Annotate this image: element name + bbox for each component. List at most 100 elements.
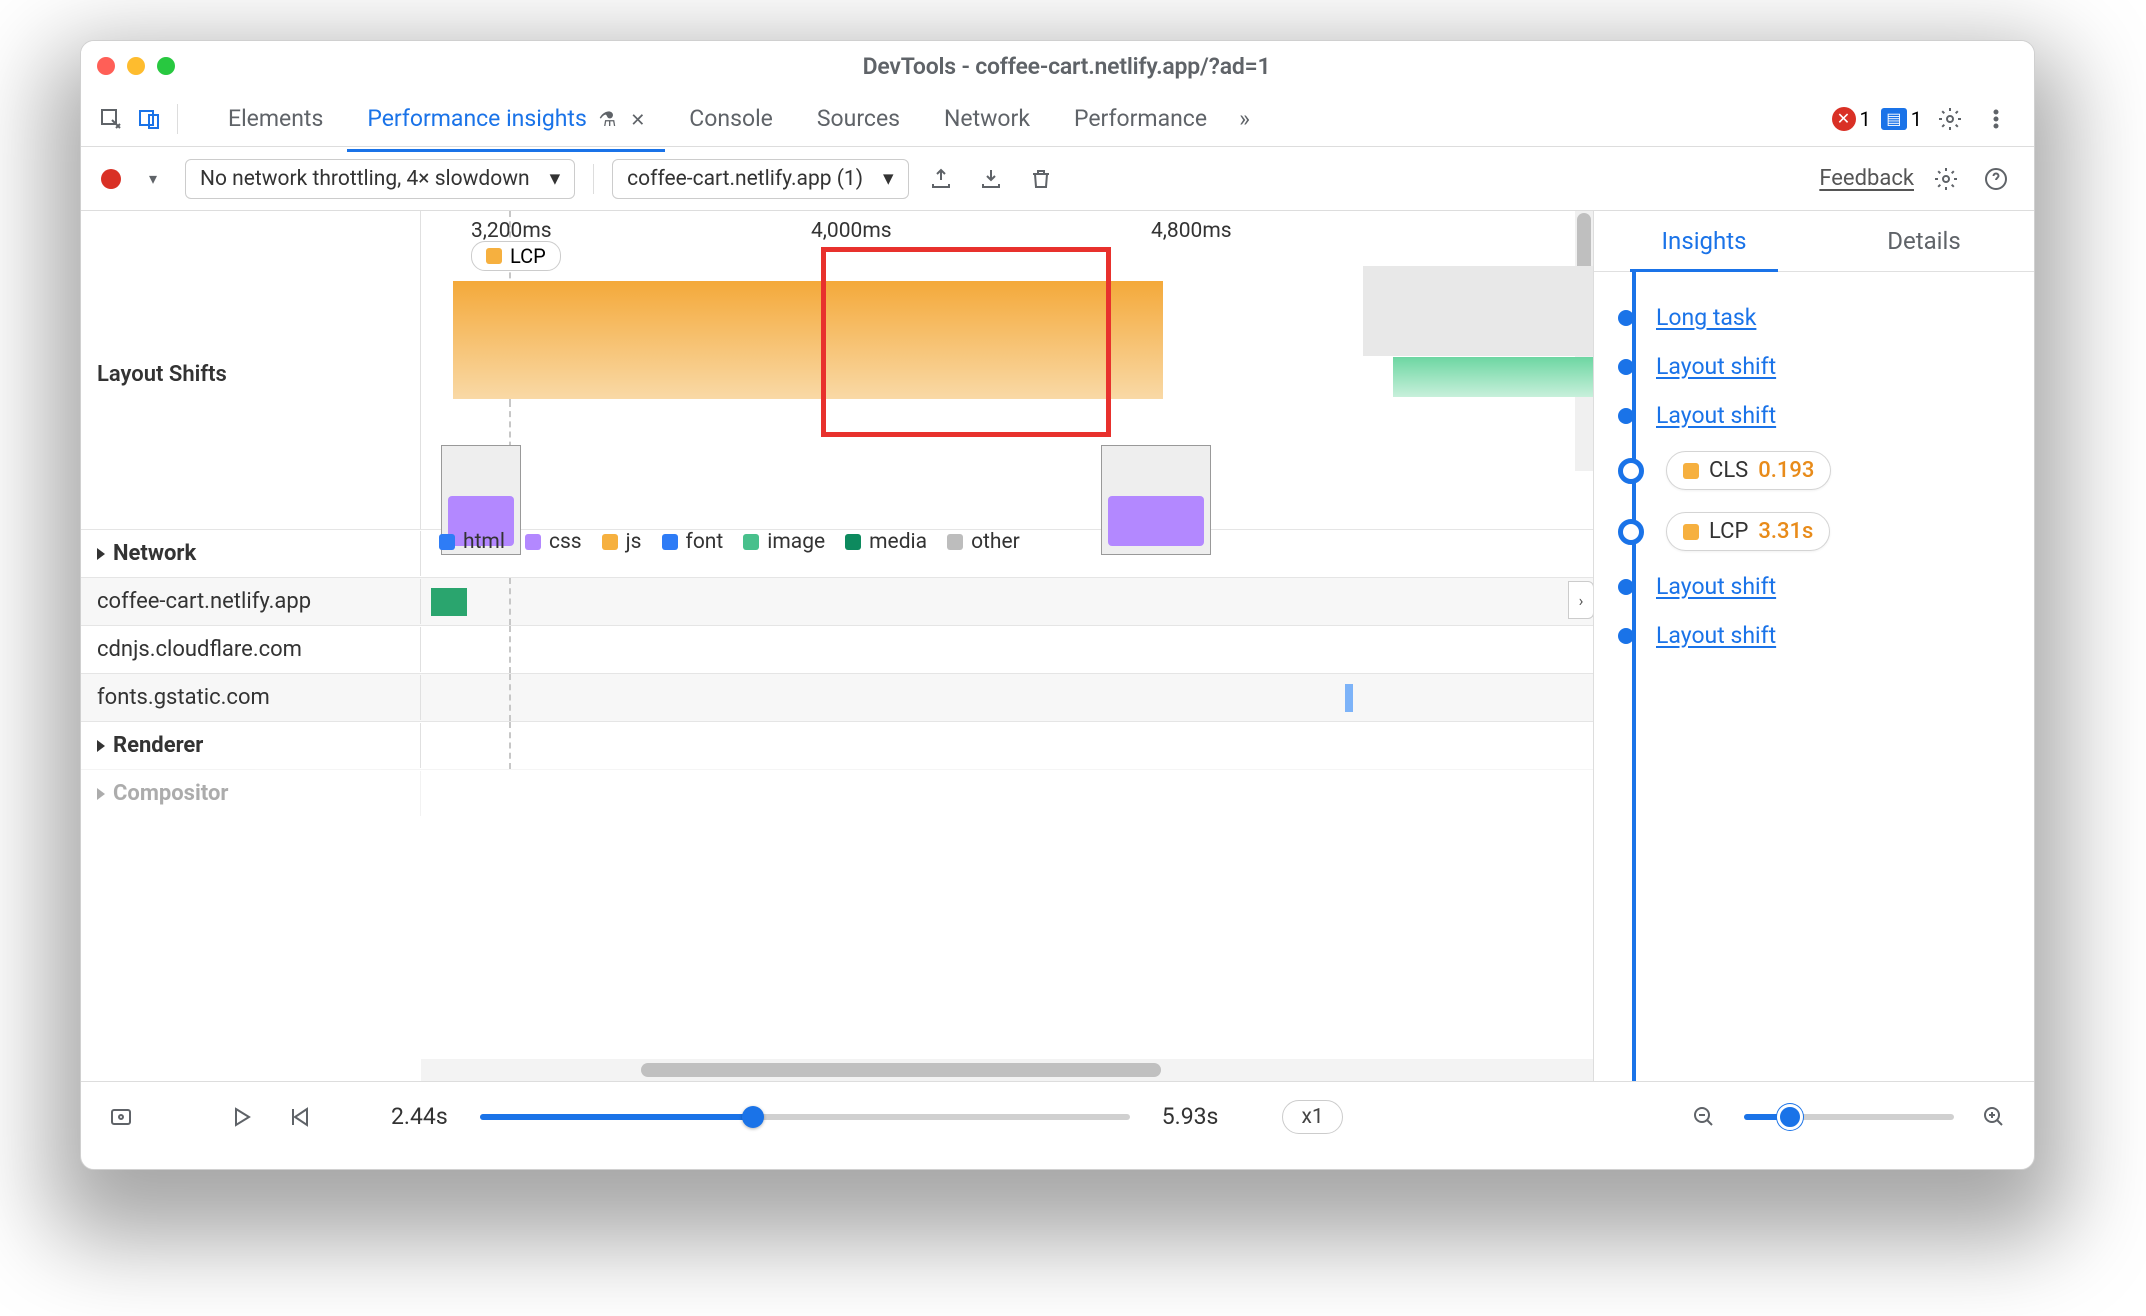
- tab-details[interactable]: Details: [1814, 211, 2034, 271]
- insight-layout-shift[interactable]: Layout shift: [1656, 353, 1776, 380]
- flask-icon: ⚗: [599, 107, 617, 131]
- tab-insights[interactable]: Insights: [1594, 211, 1814, 271]
- timeline-node: [1618, 310, 1634, 326]
- settings-icon[interactable]: [1932, 101, 1968, 137]
- legend-css: css: [549, 530, 582, 554]
- zoom-out-icon[interactable]: [1686, 1099, 1722, 1135]
- playback-slider[interactable]: [480, 1114, 1130, 1120]
- legend-other: other: [971, 530, 1020, 554]
- section-network-label: Network: [113, 541, 196, 566]
- insights-tabs: Insights Details: [1594, 211, 2034, 272]
- window-controls: [97, 57, 175, 75]
- metric-swatch-icon: [1683, 463, 1699, 479]
- delete-icon[interactable]: [1023, 161, 1059, 197]
- recording-selector-dropdown[interactable]: coffee-cart.netlify.app (1) ▾: [612, 159, 908, 199]
- window-titlebar: DevTools - coffee-cart.netlify.app/?ad=1: [81, 41, 2034, 91]
- network-row-track[interactable]: [421, 674, 1593, 721]
- paint-block[interactable]: [1393, 357, 1593, 397]
- lcp-marker-pill[interactable]: LCP: [471, 241, 561, 271]
- legend-html: html: [463, 530, 505, 554]
- recording-label: coffee-cart.netlify.app (1): [627, 167, 863, 191]
- zoom-slider[interactable]: [1744, 1114, 1954, 1120]
- panel-tabs: Elements Performance insights ⚗ ✕ Consol…: [208, 93, 1830, 144]
- maximize-window-button[interactable]: [157, 57, 175, 75]
- error-icon: ✕: [1832, 107, 1856, 131]
- feedback-link[interactable]: Feedback: [1819, 166, 1914, 191]
- toggle-screenshots-icon[interactable]: [103, 1099, 139, 1135]
- record-dropdown-icon[interactable]: ▾: [135, 161, 171, 197]
- timeline-panel: Layout Shifts 3,200ms 4,000ms 4,800ms LC…: [81, 211, 1594, 1081]
- metric-swatch-icon: [1683, 524, 1699, 540]
- playback-speed-pill[interactable]: x1: [1282, 1100, 1342, 1134]
- timeline-node-major: [1618, 519, 1644, 545]
- play-button[interactable]: [223, 1099, 259, 1135]
- insight-layout-shift[interactable]: Layout shift: [1656, 402, 1776, 429]
- error-count-badge[interactable]: ✕ 1: [1832, 107, 1871, 131]
- selection-highlight[interactable]: [821, 247, 1111, 437]
- section-renderer-label: Renderer: [113, 733, 203, 758]
- legend-media: media: [869, 530, 927, 554]
- timeline-chart[interactable]: 3,200ms 4,000ms 4,800ms LCP: [421, 211, 1593, 401]
- tab-performance[interactable]: Performance: [1054, 93, 1227, 144]
- timeline-node: [1618, 359, 1634, 375]
- time-tick: 3,200ms: [471, 219, 552, 243]
- expand-panel-button[interactable]: ›: [1568, 581, 1594, 619]
- chevron-down-icon: ▾: [883, 166, 894, 191]
- playback-end-time: 5.93s: [1162, 1103, 1219, 1130]
- tab-sources[interactable]: Sources: [797, 93, 920, 144]
- network-row-track[interactable]: [421, 578, 1593, 625]
- record-button[interactable]: [101, 169, 121, 189]
- insight-layout-shift[interactable]: Layout shift: [1656, 573, 1776, 600]
- zoom-in-icon[interactable]: [1976, 1099, 2012, 1135]
- scrollbar-thumb[interactable]: [641, 1063, 1161, 1077]
- idle-block: [1363, 266, 1593, 356]
- network-row-track[interactable]: [421, 626, 1593, 673]
- metric-lcp-card[interactable]: LCP 3.31s: [1666, 512, 1830, 551]
- tab-console[interactable]: Console: [669, 93, 793, 144]
- section-renderer-header[interactable]: Renderer: [81, 723, 421, 768]
- devtools-window: DevTools - coffee-cart.netlify.app/?ad=1…: [80, 40, 2035, 1170]
- insights-list[interactable]: Long task Layout shift Layout shift CLS …: [1594, 272, 2034, 1081]
- import-icon[interactable]: [973, 161, 1009, 197]
- help-icon[interactable]: [1978, 161, 2014, 197]
- legend-font: font: [686, 530, 724, 554]
- network-row-label: cdnjs.cloudflare.com: [81, 627, 421, 672]
- message-count-badge[interactable]: ▤ 1: [1881, 107, 1922, 131]
- more-options-icon[interactable]: [1978, 101, 2014, 137]
- section-compositor-header[interactable]: Compositor: [81, 771, 421, 816]
- message-count: 1: [1911, 107, 1922, 131]
- window-title: DevTools - coffee-cart.netlify.app/?ad=1: [195, 53, 1938, 80]
- insight-long-task[interactable]: Long task: [1656, 304, 1756, 331]
- close-window-button[interactable]: [97, 57, 115, 75]
- lcp-swatch-icon: [486, 248, 502, 264]
- horizontal-scrollbar[interactable]: [421, 1059, 1593, 1081]
- insight-layout-shift[interactable]: Layout shift: [1656, 622, 1776, 649]
- throttling-dropdown[interactable]: No network throttling, 4× slowdown ▾: [185, 159, 575, 199]
- tab-elements[interactable]: Elements: [208, 93, 343, 144]
- expand-icon: [97, 788, 105, 800]
- playback-footer: 2.44s 5.93s x1: [81, 1081, 2034, 1151]
- close-tab-button[interactable]: ✕: [630, 110, 645, 131]
- inspect-element-icon[interactable]: [93, 101, 129, 137]
- time-tick: 4,800ms: [1151, 219, 1232, 243]
- insights-toolbar: ▾ No network throttling, 4× slowdown ▾ c…: [81, 147, 2034, 211]
- tab-performance-insights[interactable]: Performance insights ⚗ ✕: [347, 93, 665, 144]
- panel-settings-icon[interactable]: [1928, 161, 1964, 197]
- tabs-overflow-button[interactable]: »: [1231, 93, 1258, 144]
- rewind-button[interactable]: [281, 1099, 317, 1135]
- device-toolbar-icon[interactable]: [131, 101, 167, 137]
- playback-slider-thumb[interactable]: [742, 1106, 764, 1128]
- export-icon[interactable]: [923, 161, 959, 197]
- legend-image: image: [767, 530, 825, 554]
- section-network-header[interactable]: Network: [81, 531, 421, 576]
- expand-icon: [97, 548, 105, 560]
- zoom-slider-thumb[interactable]: [1777, 1104, 1803, 1130]
- error-count: 1: [1860, 107, 1871, 131]
- minimize-window-button[interactable]: [127, 57, 145, 75]
- tab-network[interactable]: Network: [924, 93, 1050, 144]
- metric-name: LCP: [1709, 519, 1748, 544]
- legend-js: js: [626, 530, 642, 554]
- metric-cls-card[interactable]: CLS 0.193: [1666, 451, 1831, 490]
- time-tick: 4,000ms: [811, 219, 892, 243]
- network-legend: html css js font image media other: [421, 530, 1593, 554]
